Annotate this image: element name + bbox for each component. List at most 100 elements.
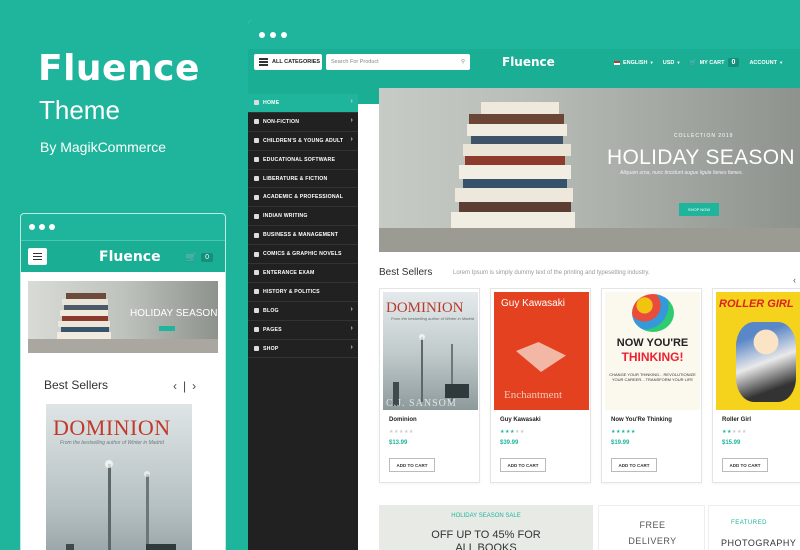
product-card[interactable]: NOW YOU'RE THINKING! CHANGE YOUR THINKIN… — [601, 288, 702, 483]
my-cart-button[interactable]: 🛒 MY CART 0 — [690, 58, 740, 67]
mobile-shop-now-button[interactable] — [159, 326, 175, 331]
divider: | — [183, 379, 187, 393]
free-delivery-banner[interactable]: FREE DELIVERY — [598, 505, 705, 550]
product-cover-image[interactable]: ROLLER GIRL — [716, 292, 800, 410]
chevron-down-icon: ▾ — [677, 59, 680, 65]
sidebar-item-blog[interactable]: BLOG › — [248, 302, 358, 321]
product-price: $13.99 — [389, 440, 408, 446]
sidebar-item-pages[interactable]: PAGES › — [248, 321, 358, 340]
colorful-brain-image — [632, 294, 674, 332]
hero-banner[interactable]: COLLECTION 2019 HOLIDAY SEASON Aliquam u… — [379, 88, 800, 252]
product-name[interactable]: Now You'Re Thinking — [611, 417, 672, 423]
shop-now-button[interactable]: SHOP NOW — [679, 203, 719, 216]
product-cover-image[interactable]: DOMINION From the bestselling author of … — [383, 292, 478, 410]
sidebar-item-children-s-young-adult[interactable]: CHILDREN'S & YOUNG ADULT › — [248, 132, 358, 151]
add-to-cart-button[interactable]: ADD TO CART — [722, 458, 768, 472]
category-icon — [254, 289, 259, 295]
featured-banner[interactable]: FEATURED PHOTOGRAPHY — [708, 505, 800, 550]
product-card[interactable]: ROLLER GIRL Roller Girl ★★★★★ $15.99 ADD… — [712, 288, 800, 483]
sidebar-item-indian-writing[interactable]: INDIAN WRITING — [248, 207, 358, 227]
sidebar-item-history-politics[interactable]: HISTORY & POLITICS — [248, 283, 358, 302]
currency-selector[interactable]: USD ▾ — [663, 60, 680, 66]
roller-girl-illustration — [736, 322, 796, 402]
category-icon — [254, 308, 259, 314]
window-dot-icon — [270, 31, 276, 38]
sidebar-item-label: SHOP — [263, 345, 279, 352]
sidebar-item-label: ENTERANCE EXAM — [263, 269, 315, 276]
cart-count-badge: 0 — [201, 253, 213, 262]
mobile-banner-title: HOLIDAY SEASON — [130, 308, 218, 319]
product-card[interactable]: Guy Kawasaki Enchantment Guy Kawasaki ★★… — [490, 288, 591, 483]
mobile-logo[interactable]: Fluence — [99, 249, 161, 265]
window-dot-icon — [281, 31, 287, 38]
account-menu[interactable]: ACCOUNT ▾ — [749, 60, 782, 66]
all-categories-button[interactable]: ALL CATEGORIES — [254, 54, 322, 70]
all-categories-label: ALL CATEGORIES — [272, 59, 321, 65]
desktop-logo[interactable]: Fluence — [502, 55, 555, 69]
category-sidebar: HOME › NON-FICTION › CHILDREN'S & YOUNG ADUL… — [248, 94, 358, 550]
product-cover-image[interactable]: NOW YOU'RE THINKING! CHANGE YOUR THINKIN… — [605, 292, 700, 410]
product-cover-image[interactable]: Guy Kawasaki Enchantment — [494, 292, 589, 410]
prev-arrow-icon[interactable]: ‹ — [793, 275, 796, 285]
sidebar-item-label: HISTORY & POLITICS — [263, 288, 320, 295]
sidebar-item-label: PAGES — [263, 326, 282, 333]
sidebar-item-shop[interactable]: SHOP › — [248, 340, 358, 359]
product-price: $39.99 — [500, 440, 519, 446]
chevron-right-icon: › — [350, 98, 353, 105]
product-price: $19.99 — [611, 440, 630, 446]
mobile-cart-button[interactable]: 🛒 0 — [186, 252, 213, 263]
search-placeholder: Search For Product — [331, 59, 379, 65]
chevron-right-icon: › — [350, 343, 353, 351]
product-rating: ★★★★★ — [722, 429, 747, 435]
category-icon — [254, 251, 259, 257]
language-selector[interactable]: ENGLISH ▾ — [614, 60, 653, 66]
product-name[interactable]: Dominion — [389, 417, 417, 423]
category-icon — [254, 327, 259, 333]
sidebar-item-liberature-fiction[interactable]: LIBERATURE & FICTION — [248, 170, 358, 189]
hamburger-menu-icon[interactable] — [28, 248, 47, 265]
sidebar-item-enterance-exam[interactable]: ENTERANCE EXAM — [248, 264, 358, 283]
sidebar-item-home[interactable]: HOME › — [248, 94, 358, 113]
window-dot-icon — [49, 224, 55, 230]
search-icon[interactable]: ⚲ — [461, 59, 465, 65]
category-icon — [254, 100, 259, 106]
add-to-cart-button[interactable]: ADD TO CART — [389, 458, 435, 472]
chevron-right-icon: › — [350, 135, 353, 143]
mobile-book-cover[interactable]: DOMINION From the bestselling author of … — [46, 404, 192, 550]
add-to-cart-button[interactable]: ADD TO CART — [611, 458, 657, 472]
sidebar-item-academic-professional[interactable]: ACADEMIC & PROFESSIONAL — [248, 188, 358, 208]
sale-banner[interactable]: HOLIDAY SEASON SALE OFF UP TO 45% FOR AL… — [379, 505, 593, 550]
sidebar-item-label: COMICS & GRAPHIC NOVELS — [263, 251, 342, 258]
search-input[interactable]: Search For Product ⚲ — [326, 54, 470, 70]
sidebar-item-business-management[interactable]: BUSINESS & MANAGEMENT — [248, 226, 358, 246]
origami-crane-image — [516, 342, 566, 372]
sidebar-item-label: ACADEMIC & PROFESSIONAL — [263, 194, 344, 201]
sale-line-2: ALL BOOKS — [455, 542, 517, 550]
category-icon — [254, 346, 259, 352]
next-arrow-icon[interactable]: › — [192, 379, 196, 393]
hero-description: Aliquam urna, nunc tincidunt augue ligul… — [620, 170, 743, 176]
hero-collection: COLLECTION 2019 — [674, 133, 734, 139]
sidebar-item-comics-graphic-novels[interactable]: COMICS & GRAPHIC NOVELS — [248, 245, 358, 265]
sidebar-item-non-fiction[interactable]: NON-FICTION › — [248, 113, 358, 132]
sidebar-item-educational-software[interactable]: EDUCATIONAL SOFTWARE — [248, 151, 358, 170]
featured-label: FEATURED — [731, 520, 767, 526]
sidebar-item-label: BLOG — [263, 307, 279, 314]
cart-count-badge: 0 — [727, 58, 740, 67]
mobile-header: Fluence 🛒 0 — [21, 240, 225, 272]
product-name[interactable]: Roller Girl — [722, 417, 751, 423]
window-dot-icon — [39, 224, 45, 230]
product-name[interactable]: Guy Kawasaki — [500, 417, 541, 423]
mobile-hero-banner[interactable]: HOLIDAY SEASON — [28, 281, 218, 353]
sidebar-item-label: CHILDREN'S & YOUNG ADULT — [263, 137, 344, 144]
cover-author: C.J. SANSOM — [386, 398, 457, 409]
best-sellers-description: Lorem Ipsum is simply dummy text of the … — [453, 270, 650, 276]
prev-arrow-icon[interactable]: ‹ — [173, 379, 177, 393]
cover-title: Guy Kawasaki — [501, 298, 565, 309]
product-card[interactable]: DOMINION From the bestselling author of … — [379, 288, 480, 483]
foggy-street-image — [393, 334, 469, 406]
best-sellers-title: Best Sellers — [379, 267, 433, 278]
cart-icon: 🛒 — [689, 59, 697, 66]
add-to-cart-button[interactable]: ADD TO CART — [500, 458, 546, 472]
category-icon — [254, 176, 259, 181]
